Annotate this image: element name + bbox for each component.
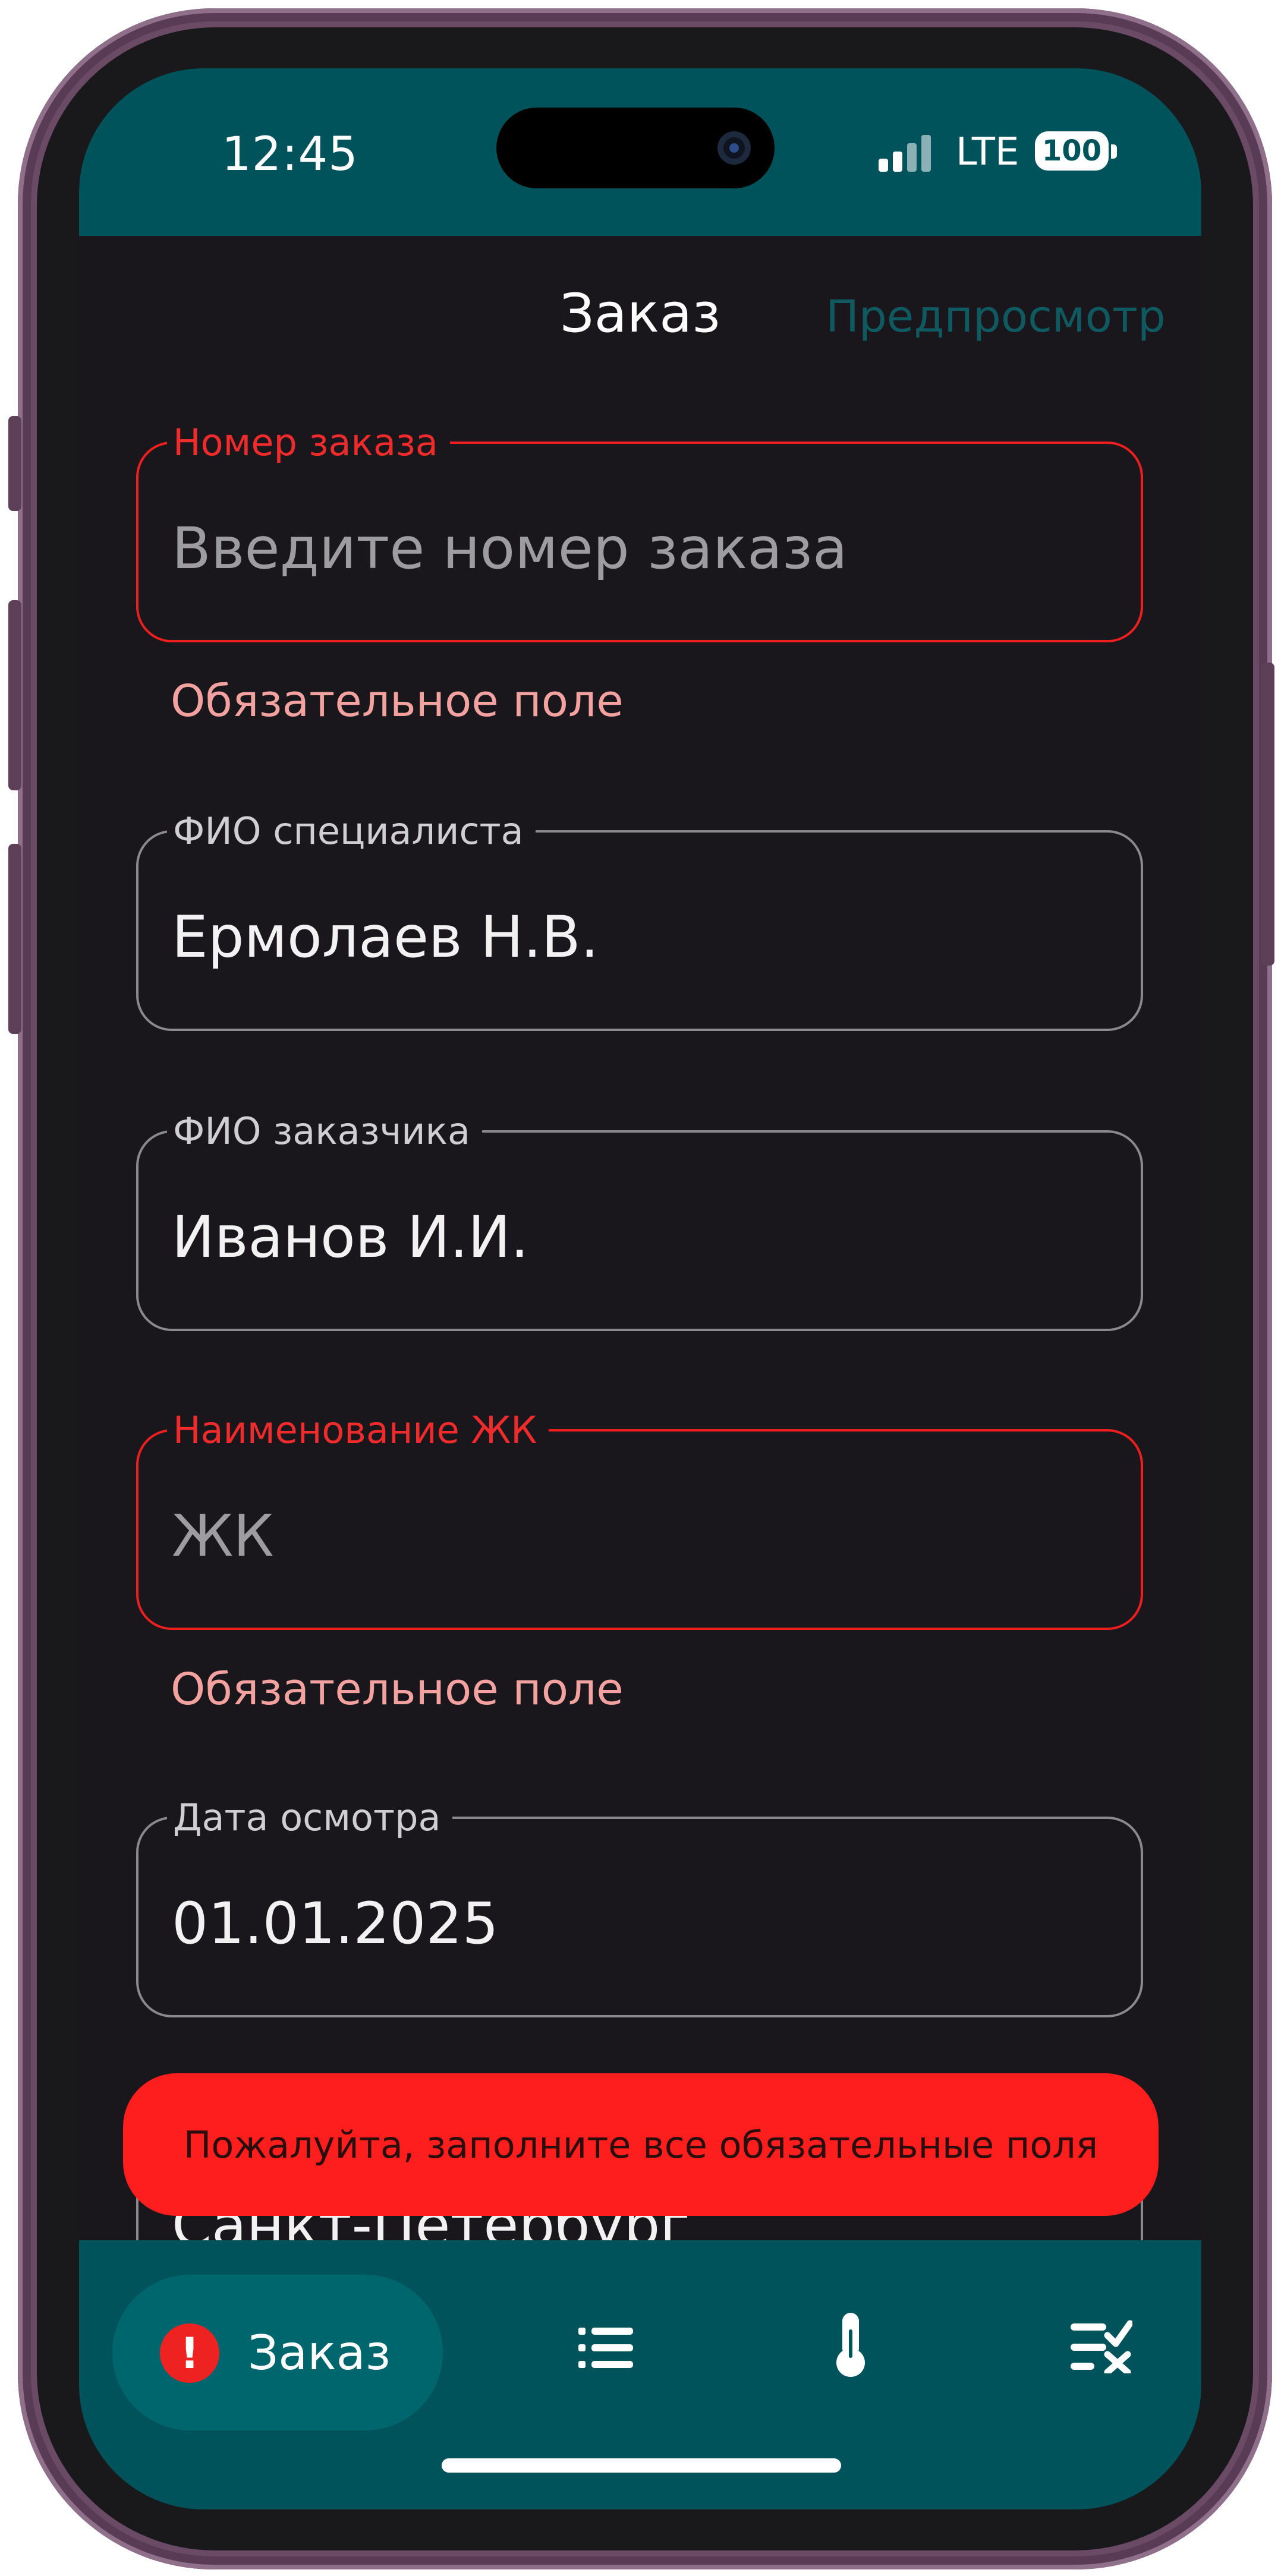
thermometer-icon[interactable] xyxy=(834,2312,867,2379)
list-icon[interactable] xyxy=(578,2325,633,2370)
validation-toast: Пожалуйта, заполните все обязательные по… xyxy=(123,2073,1159,2216)
home-indicator xyxy=(442,2458,841,2473)
inspection-date-value: 01.01.2025 xyxy=(172,1890,499,1957)
power-button xyxy=(1261,663,1274,966)
battery-tip xyxy=(1111,144,1117,159)
status-time: 12:45 xyxy=(222,128,358,181)
dynamic-island xyxy=(496,108,775,188)
complex-name-label: Наименование ЖК xyxy=(167,1407,549,1454)
specialist-field[interactable]: ФИО специалиста Ермолаев Н.В. xyxy=(136,808,1143,1031)
order-number-placeholder: Введите номер заказа xyxy=(172,515,848,582)
specialist-value: Ермолаев Н.В. xyxy=(172,904,599,970)
battery-icon: 100 xyxy=(1035,131,1109,171)
customer-label: ФИО заказчика xyxy=(167,1108,482,1155)
order-number-field[interactable]: Номер заказа Введите номер заказа xyxy=(136,419,1143,642)
complex-name-field[interactable]: Наименование ЖК ЖК xyxy=(136,1407,1143,1630)
order-number-label: Номер заказа xyxy=(167,419,450,466)
volume-up-button xyxy=(8,600,21,790)
network-type: LTE xyxy=(956,130,1019,174)
order-number-error: Обязательное поле xyxy=(171,676,624,727)
preview-button[interactable]: Предпросмотр xyxy=(826,291,1166,342)
status-bar: 12:45 LTE 100 xyxy=(79,68,1201,236)
signal-icon xyxy=(879,134,932,172)
customer-value: Иванов И.И. xyxy=(172,1204,529,1270)
camera-icon xyxy=(717,131,751,165)
volume-down-button xyxy=(8,844,21,1034)
alert-icon: ! xyxy=(160,2323,219,2383)
nav-tab-order-label: Заказ xyxy=(248,2325,391,2380)
inspection-date-label: Дата осмотра xyxy=(167,1794,453,1842)
action-button xyxy=(8,416,21,511)
nav-tab-order[interactable]: ! Заказ xyxy=(112,2275,443,2430)
specialist-label: ФИО специалиста xyxy=(167,808,536,855)
checklist-icon[interactable] xyxy=(1071,2318,1132,2373)
complex-name-error: Обязательное поле xyxy=(171,1664,624,1715)
inspection-date-field[interactable]: Дата осмотра 01.01.2025 xyxy=(136,1794,1143,2017)
screen: 12:45 LTE 100 Заказ Предпросмотр Номер з… xyxy=(79,68,1201,2509)
complex-name-placeholder: ЖК xyxy=(172,1503,274,1569)
customer-field[interactable]: ФИО заказчика Иванов И.И. xyxy=(136,1108,1143,1331)
